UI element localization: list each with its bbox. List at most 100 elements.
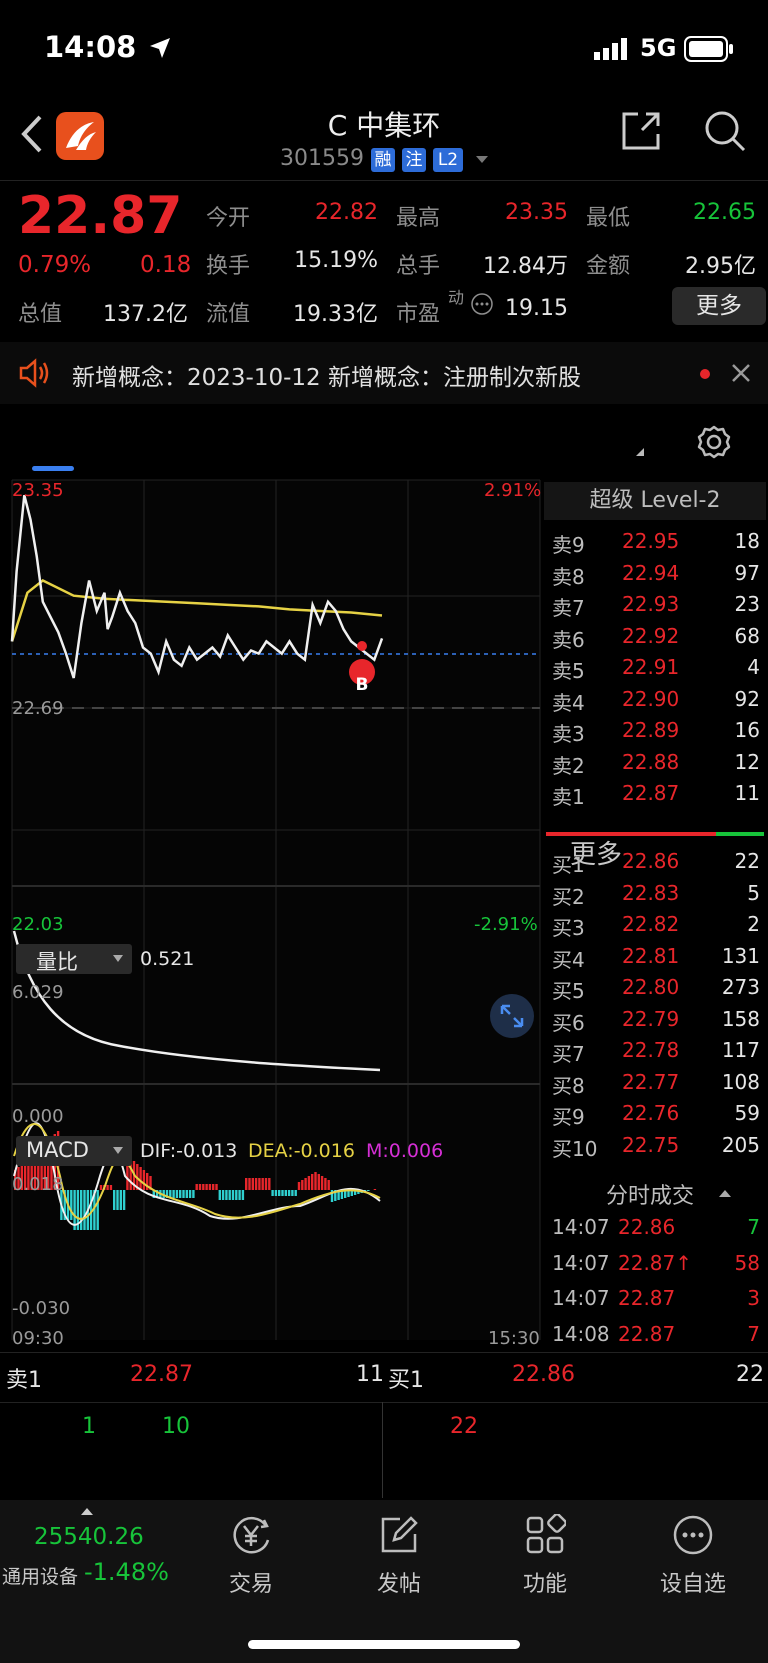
level-price: 22.88 bbox=[622, 749, 680, 774]
macd-dif: DIF:-0.013 bbox=[140, 1140, 238, 1162]
bottom-nav: 25540.26 通用设备 -1.48% 交易 发帖 功能 设自选 bbox=[0, 1500, 768, 1663]
ask-row[interactable]: 卖8 22.94 97 bbox=[552, 558, 764, 590]
bid-row[interactable]: 买5 22.80 273 bbox=[552, 972, 764, 1004]
edit-icon bbox=[381, 1516, 418, 1553]
macd-bar bbox=[254, 1178, 258, 1190]
more-quote-button[interactable]: 更多 bbox=[672, 287, 766, 325]
macd-bar bbox=[172, 1190, 175, 1198]
notice-bar[interactable]: 新增概念：2023-10-12 新增概念：注册制次新股 bbox=[0, 342, 768, 404]
macd-bar bbox=[274, 1190, 278, 1196]
volume-ratio-value: 0.521 bbox=[140, 948, 195, 970]
level-label: 买9 bbox=[552, 1105, 585, 1129]
level-volume: 16 bbox=[734, 718, 760, 742]
level-price: 22.87 bbox=[622, 781, 680, 805]
macd-bar bbox=[287, 1190, 291, 1196]
queue-buy-price: 22.86 bbox=[512, 1362, 575, 1387]
ask-row[interactable]: 卖9 22.95 18 bbox=[552, 526, 764, 558]
tag-registered: 注 bbox=[401, 148, 426, 172]
trade-price: 22.87 bbox=[618, 1286, 676, 1310]
level-price: 22.80 bbox=[622, 975, 680, 999]
bid-row[interactable]: 买4 22.81 131 bbox=[552, 941, 764, 973]
level-volume: 97 bbox=[734, 560, 760, 585]
pct-axis-bottom: -2.91% bbox=[474, 914, 538, 935]
ask-row[interactable]: 卖6 22.92 68 bbox=[552, 621, 764, 653]
high-value: 23.35 bbox=[505, 200, 568, 225]
signal-icon bbox=[594, 38, 627, 60]
level-volume: 117 bbox=[721, 1038, 760, 1062]
price-ref-label: 22.69 bbox=[12, 698, 64, 719]
level-label: 卖7 bbox=[552, 596, 585, 620]
bid-row[interactable]: 买6 22.79 158 bbox=[552, 1004, 764, 1036]
bid-row[interactable]: 买7 22.78 117 bbox=[552, 1035, 764, 1067]
stock-code-row[interactable]: 301559 融 注 L2 bbox=[280, 146, 490, 172]
ask-row[interactable]: 卖2 22.88 12 bbox=[552, 747, 764, 779]
macd-bar bbox=[215, 1184, 218, 1190]
level-volume: 4 bbox=[747, 655, 760, 679]
nav-post[interactable]: 发帖 bbox=[344, 1510, 454, 1600]
bid-row[interactable]: 买2 22.83 5 bbox=[552, 878, 764, 910]
low-value: 22.65 bbox=[693, 200, 756, 225]
more-circle-icon bbox=[673, 1515, 713, 1555]
macd-bar bbox=[185, 1190, 188, 1198]
nav-watchlist-label: 设自选 bbox=[659, 1572, 726, 1597]
more-dots-icon[interactable] bbox=[470, 292, 494, 316]
bid-row[interactable]: 买10 22.75 205 bbox=[552, 1130, 764, 1162]
nav-trade[interactable]: 交易 bbox=[196, 1510, 306, 1600]
macd-axis-top: 0.018 bbox=[12, 1174, 64, 1195]
bid-row[interactable]: 买1 22.86 22 bbox=[552, 846, 764, 878]
order-book-title: 超级 Level-2 bbox=[589, 488, 721, 513]
trade-row: 14:08 22.87 7 bbox=[552, 1319, 764, 1353]
bid-row[interactable]: 买8 22.77 108 bbox=[552, 1067, 764, 1099]
price-axis-bottom: 22.03 bbox=[12, 914, 64, 935]
index-ticker[interactable]: 25540.26 通用设备 -1.48% bbox=[0, 1500, 176, 1610]
level-price: 22.79 bbox=[622, 1006, 680, 1031]
intraday-chart[interactable] bbox=[0, 476, 548, 1344]
vr-axis-bottom: 0.000 bbox=[12, 1106, 64, 1127]
level-volume: 59 bbox=[734, 1101, 760, 1125]
change-percent: 0.79% bbox=[18, 252, 92, 278]
level-label: 卖5 bbox=[552, 659, 585, 683]
trade-volume: 7 bbox=[747, 1215, 760, 1239]
expand-chart-button[interactable] bbox=[490, 994, 534, 1038]
macd-dropdown[interactable]: MACD bbox=[16, 1136, 132, 1166]
order-book-header[interactable]: 超级 Level-2 bbox=[544, 482, 766, 520]
queue-sell-label: 卖1 bbox=[6, 1368, 42, 1393]
queue-sell-order: 1 bbox=[82, 1414, 96, 1439]
index-change: -1.48% bbox=[84, 1558, 169, 1586]
ask-row[interactable]: 卖4 22.90 92 bbox=[552, 684, 764, 716]
home-indicator bbox=[248, 1640, 520, 1649]
chart-tabs: 分时 五日 日K 周K 月K 更多 bbox=[0, 410, 768, 870]
queue-sell-order: 10 bbox=[162, 1414, 190, 1439]
trade-time: 14:07 bbox=[552, 1250, 610, 1275]
queue-buy-order: 22 bbox=[450, 1414, 478, 1439]
status-time: 14:08 bbox=[44, 30, 137, 64]
macd-bar bbox=[268, 1178, 271, 1190]
ask-row[interactable]: 卖3 22.89 16 bbox=[552, 715, 764, 747]
unread-dot bbox=[700, 369, 710, 379]
bid-row[interactable]: 买9 22.76 59 bbox=[552, 1098, 764, 1130]
macd-bar bbox=[113, 1190, 116, 1210]
queue-sell-price: 22.87 bbox=[130, 1362, 193, 1387]
level-label: 卖2 bbox=[552, 753, 585, 778]
close-icon[interactable] bbox=[730, 362, 752, 384]
ask-row[interactable]: 卖1 22.87 11 bbox=[552, 778, 764, 810]
macd-bar bbox=[301, 1180, 304, 1190]
trades-header[interactable]: 分时成交 bbox=[544, 1176, 766, 1209]
macd-bar bbox=[294, 1190, 297, 1196]
macd-bar bbox=[248, 1178, 251, 1190]
bid-row[interactable]: 买3 22.82 2 bbox=[552, 909, 764, 941]
macd-bar bbox=[278, 1190, 281, 1196]
nav-watchlist[interactable]: 设自选 bbox=[638, 1510, 748, 1600]
market-cap-value: 137.2亿 bbox=[103, 302, 188, 327]
level-label: 卖4 bbox=[552, 690, 585, 715]
volume-ratio-dropdown[interactable]: 量比 bbox=[16, 944, 132, 974]
yen-coin-icon bbox=[233, 1516, 270, 1554]
grid-apps-icon bbox=[526, 1514, 566, 1554]
nav-functions[interactable]: 功能 bbox=[490, 1510, 600, 1600]
macd-bar bbox=[99, 1185, 103, 1190]
level-volume: 22 bbox=[734, 849, 760, 873]
ask-row[interactable]: 卖5 22.91 4 bbox=[552, 652, 764, 684]
settings-gear-icon[interactable] bbox=[696, 424, 732, 460]
macd-bar bbox=[205, 1184, 208, 1190]
ask-row[interactable]: 卖7 22.93 23 bbox=[552, 589, 764, 621]
